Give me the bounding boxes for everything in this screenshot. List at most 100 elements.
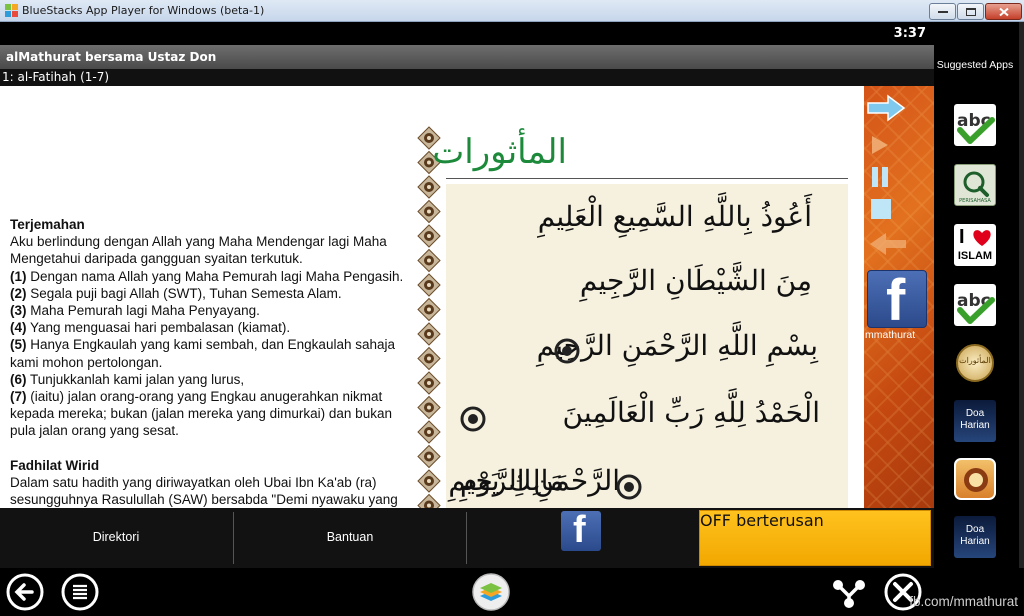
minimize-button[interactable] (929, 3, 956, 20)
header-divider (446, 178, 848, 179)
direktori-button[interactable]: Direktori (0, 508, 232, 568)
translation-verse: (4) Yang menguasai hari pembalasan (kiam… (10, 319, 415, 336)
suggested-app-i-love-islam[interactable]: I ISLAM (954, 224, 996, 266)
bluestacks-home-icon[interactable] (471, 572, 511, 612)
next-arrow-icon[interactable] (866, 94, 906, 122)
menu-icon[interactable] (60, 572, 100, 612)
mathurat-calligraphy: المأثورات (432, 132, 567, 172)
translation-text: Terjemahan Aku berlindung dengan Allah y… (10, 216, 415, 508)
window-title: BlueStacks App Player for Windows (beta-… (22, 4, 265, 17)
reading-pane[interactable]: Terjemahan Aku berlindung dengan Allah y… (0, 86, 864, 508)
doa-harian-icon: Doa Harian (954, 400, 996, 442)
suggested-app-mathurat[interactable]: المأثورات (954, 342, 996, 384)
stop-icon[interactable] (870, 198, 892, 220)
verse-text: (iaitu) jalan orang-orang yang Engkau an… (10, 389, 392, 439)
suggested-app-abc[interactable]: abc (954, 104, 996, 146)
suggested-app-doa-harian-2[interactable]: Doa Harian (954, 516, 996, 558)
pause-icon[interactable] (870, 166, 890, 188)
ayah-number-icon (616, 474, 642, 500)
ayah-number-icon (460, 406, 486, 432)
close-button[interactable] (985, 3, 1022, 20)
translation-intro: Aku berlindung dengan Allah yang Maha Me… (10, 234, 387, 267)
app-header: alMathurat bersama Ustaz Don (0, 45, 934, 69)
verse-text: Tunjukkanlah kami jalan yang lurus, (26, 371, 245, 387)
maximize-button[interactable] (957, 3, 984, 20)
window-titlebar: BlueStacks App Player for Windows (beta-… (0, 0, 1024, 22)
translation-verse-list: (1) Dengan nama Allah yang Maha Pemurah … (10, 268, 415, 440)
suggested-app-doa-harian[interactable]: Doa Harian (954, 400, 996, 442)
suggested-app-perisahasa[interactable]: PERISAHASA (954, 164, 996, 206)
back-arrow-icon[interactable] (5, 572, 45, 612)
arabic-text-panel: أَعُوذُ بِاللَّهِ السَّمِيعِ الْعَلِيمِ … (446, 184, 848, 508)
translation-verse: (6) Tunjukkanlah kami jalan yang lurus, (10, 371, 415, 388)
bantuan-label: Bantuan (326, 530, 374, 544)
ornament-border (417, 126, 441, 508)
chapter-title: 1: al-Fatihah (1-7) (2, 70, 110, 84)
fadhilat-text: Dalam satu hadith yang diriwayatkan oleh… (10, 474, 398, 508)
minimize-icon (937, 10, 948, 13)
abc-check-icon: abc (957, 111, 995, 144)
bantuan-button[interactable]: Bantuan (234, 508, 466, 568)
facebook-page-label: mmathurat (865, 329, 916, 341)
harian-label: Harian (960, 536, 990, 547)
close-icon (998, 7, 1009, 16)
verse-number: (1) (10, 268, 27, 284)
bluestacks-nav-bar: fb.com/mmathurat (0, 568, 1024, 616)
facebook-small-icon: f (561, 509, 601, 551)
maximize-icon (965, 7, 976, 16)
ayah-number-icon (554, 338, 580, 364)
direktori-label: Direktori (92, 530, 140, 544)
mathurat-logo-text: المأثورات (959, 356, 991, 365)
verse-number: (7) (10, 389, 27, 405)
facebook-icon: f (886, 268, 906, 333)
harian-label: Harian (960, 420, 990, 431)
previous-arrow-icon[interactable] (868, 231, 908, 257)
verse-text: Yang menguasai hari pembalasan (kiamat). (26, 320, 291, 336)
facebook-share-button[interactable]: f (467, 508, 698, 568)
quran-app-icon (964, 468, 988, 492)
verse-number: (3) (10, 303, 27, 319)
verse-text: Hanya Engkaulah yang kami sembah, dan En… (10, 337, 395, 370)
heart-icon (973, 230, 991, 246)
suggested-apps-sidebar: Suggested Apps abc PERISAHASA I ISLAM ab… (934, 22, 1024, 568)
arabic-line: أَعُوذُ بِاللَّهِ السَّمِيعِ الْعَلِيمِ (537, 200, 812, 233)
off-berterusan-button[interactable]: OFF berterusan (699, 510, 931, 566)
app-title: alMathurat bersama Ustaz Don (6, 50, 217, 64)
doa-label: Doa (965, 524, 985, 535)
off-berterusan-label: OFF berterusan (700, 511, 824, 530)
verse-number: (6) (10, 371, 27, 387)
suggested-app-quran[interactable] (954, 458, 996, 500)
i-letter: I (959, 226, 965, 248)
verse-text: Maha Pemurah lagi Maha Penyayang. (26, 303, 260, 319)
i-love-islam-icon: I ISLAM (954, 224, 996, 266)
doa-label: Doa (965, 408, 985, 419)
facebook-button[interactable]: f (867, 268, 927, 333)
arabic-line: الْحَمْدُ لِلَّهِ رَبِّ الْعَالَمِينَ (562, 396, 821, 429)
verse-number: (5) (10, 337, 27, 353)
verse-number: (4) (10, 320, 27, 336)
status-clock: 3:37 (893, 26, 926, 41)
watermark-text: fb.com/mmathurat (909, 594, 1018, 609)
translation-verse: (7) (iaitu) jalan orang-orang yang Engka… (10, 388, 415, 440)
doa-harian-icon: Doa Harian (954, 516, 996, 558)
verse-text: Segala puji bagi Allah (SWT), Tuhan Seme… (26, 285, 342, 301)
share-icon[interactable] (829, 572, 869, 612)
play-icon[interactable] (870, 134, 890, 156)
perisahasa-label: PERISAHASA (959, 198, 991, 204)
bottom-action-bar: Direktori Bantuan f OFF berterusan (0, 508, 934, 568)
arabic-line: مَالِكِ يَوْمِ (460, 464, 565, 497)
fadhilat-heading: Fadhilat Wirid (10, 457, 100, 473)
translation-heading: Terjemahan (10, 217, 85, 232)
arabic-line: مِنَ الشَّيْطَانِ الرَّجِيمِ (579, 264, 812, 297)
translation-verse: (1) Dengan nama Allah yang Maha Pemurah … (10, 268, 415, 285)
sidebar-scrollbar[interactable] (1019, 22, 1024, 568)
audio-control-strip: f mmathurat (864, 86, 934, 508)
translation-verse: (5) Hanya Engkaulah yang kami sembah, da… (10, 336, 415, 370)
bluestacks-icon (5, 4, 18, 17)
abc-check-icon: abc (957, 291, 995, 324)
suggested-app-abc-2[interactable]: abc (954, 284, 996, 326)
translation-verse: (3) Maha Pemurah lagi Maha Penyayang. (10, 302, 415, 319)
suggested-apps-title: Suggested Apps (936, 59, 1014, 71)
verse-text: Dengan nama Allah yang Maha Pemurah lagi… (26, 268, 404, 284)
translation-verse: (2) Segala puji bagi Allah (SWT), Tuhan … (10, 285, 415, 302)
